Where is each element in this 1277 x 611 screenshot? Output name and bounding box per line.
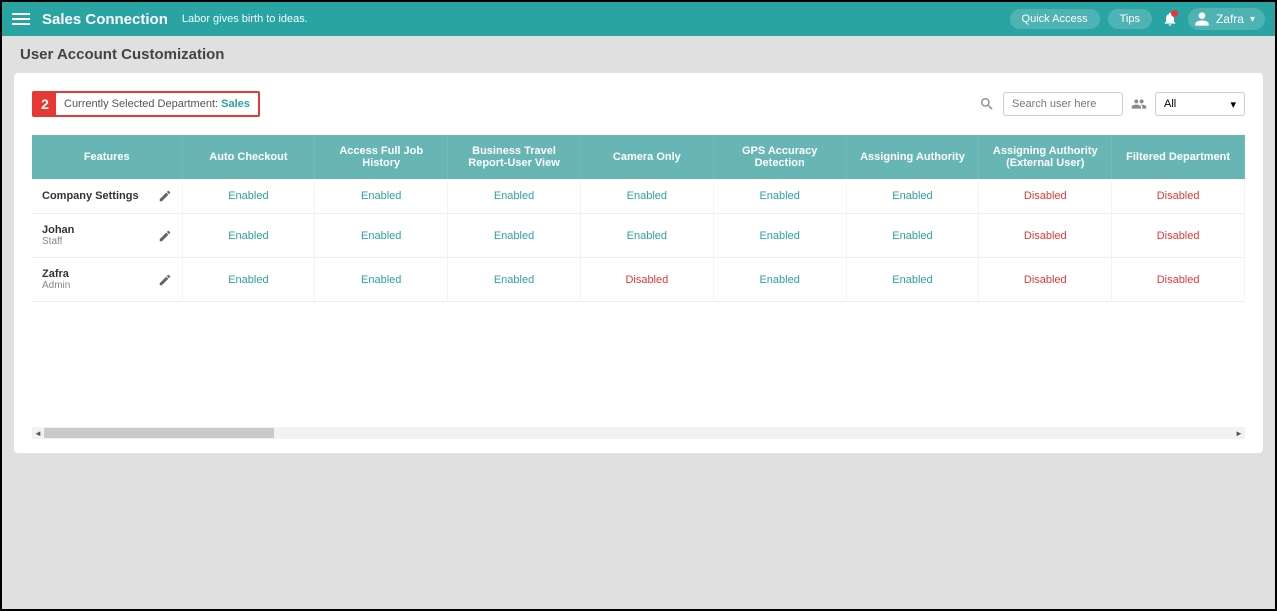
status-cell[interactable]: Enabled — [846, 214, 979, 258]
status-cell[interactable]: Enabled — [580, 214, 713, 258]
hamburger-icon[interactable] — [12, 10, 30, 28]
status-cell[interactable]: Disabled — [1112, 258, 1245, 302]
top-bar: Sales Connection Labor gives birth to id… — [2, 2, 1275, 36]
horizontal-scrollbar[interactable]: ◄ ► — [32, 427, 1245, 439]
status-cell[interactable]: Disabled — [979, 258, 1112, 302]
page-title: User Account Customization — [2, 36, 1275, 69]
status-cell[interactable]: Enabled — [448, 179, 581, 214]
status-cell[interactable]: Enabled — [713, 258, 846, 302]
status-cell[interactable]: Enabled — [713, 179, 846, 214]
username: Zafra — [1216, 12, 1244, 26]
tips-button[interactable]: Tips — [1108, 9, 1152, 29]
column-header: Camera Only — [580, 135, 713, 179]
column-header: Filtered Department — [1112, 135, 1245, 179]
status-cell[interactable]: Enabled — [315, 214, 448, 258]
status-cell[interactable]: Disabled — [580, 258, 713, 302]
scroll-left-arrow[interactable]: ◄ — [32, 427, 44, 439]
row-name: Zafra — [42, 268, 70, 280]
scroll-track[interactable] — [44, 428, 1233, 438]
row-role: Staff — [42, 236, 74, 247]
search-icon[interactable] — [979, 96, 995, 112]
feature-cell: Company Settings — [38, 189, 176, 203]
row-name: Johan — [42, 224, 74, 236]
status-cell[interactable]: Enabled — [846, 179, 979, 214]
column-header: Business Travel Report-User View — [448, 135, 581, 179]
status-cell[interactable]: Enabled — [182, 214, 315, 258]
callout-number: 2 — [34, 93, 56, 115]
status-cell[interactable]: Enabled — [182, 258, 315, 302]
filter-row: 2 Currently Selected Department: Sales A… — [32, 91, 1245, 117]
column-header: Auto Checkout — [182, 135, 315, 179]
chevron-down-icon: ▾ — [1250, 14, 1255, 25]
status-cell[interactable]: Enabled — [846, 258, 979, 302]
scroll-right-arrow[interactable]: ► — [1233, 427, 1245, 439]
filter-select[interactable]: All ▾ — [1155, 92, 1245, 116]
status-cell[interactable]: Enabled — [315, 179, 448, 214]
edit-icon[interactable] — [158, 229, 172, 243]
column-header: Assigning Authority (External User) — [979, 135, 1112, 179]
brand-title: Sales Connection — [42, 11, 168, 28]
scroll-thumb[interactable] — [44, 428, 274, 438]
row-name: Company Settings — [42, 190, 139, 202]
status-cell[interactable]: Disabled — [1112, 214, 1245, 258]
status-cell[interactable]: Disabled — [1112, 179, 1245, 214]
quick-access-button[interactable]: Quick Access — [1010, 9, 1100, 29]
chevron-down-icon: ▾ — [1230, 98, 1236, 111]
status-cell[interactable]: Enabled — [315, 258, 448, 302]
notification-dot — [1171, 10, 1178, 17]
status-cell[interactable]: Enabled — [448, 214, 581, 258]
status-cell[interactable]: Disabled — [979, 179, 1112, 214]
row-role: Admin — [42, 280, 70, 291]
column-header: Access Full Job History — [315, 135, 448, 179]
edit-icon[interactable] — [158, 273, 172, 287]
feature-cell: JohanStaff — [38, 224, 176, 247]
user-filter-icon[interactable] — [1131, 96, 1147, 112]
table-row: JohanStaffEnabledEnabledEnabledEnabledEn… — [32, 214, 1245, 258]
table-row: Company SettingsEnabledEnabledEnabledEna… — [32, 179, 1245, 214]
column-header: Features — [32, 135, 182, 179]
feature-cell: ZafraAdmin — [38, 268, 176, 291]
edit-icon[interactable] — [158, 189, 172, 203]
tagline: Labor gives birth to ideas. — [182, 13, 308, 25]
status-cell[interactable]: Enabled — [448, 258, 581, 302]
callout-text: Currently Selected Department: Sales — [56, 98, 258, 110]
status-cell[interactable]: Disabled — [979, 214, 1112, 258]
column-header: GPS Accuracy Detection — [713, 135, 846, 179]
status-cell[interactable]: Enabled — [713, 214, 846, 258]
status-cell[interactable]: Enabled — [182, 179, 315, 214]
department-callout: 2 Currently Selected Department: Sales — [32, 91, 260, 117]
bell-icon[interactable] — [1160, 9, 1180, 29]
table-wrap: FeaturesAuto CheckoutAccess Full Job His… — [32, 135, 1245, 302]
selected-department: Sales — [221, 98, 250, 110]
main-card: 2 Currently Selected Department: Sales A… — [14, 73, 1263, 453]
user-menu[interactable]: Zafra ▾ — [1188, 8, 1265, 30]
column-header: Assigning Authority — [846, 135, 979, 179]
features-table: FeaturesAuto CheckoutAccess Full Job His… — [32, 135, 1245, 302]
status-cell[interactable]: Enabled — [580, 179, 713, 214]
avatar-icon — [1194, 11, 1210, 27]
table-row: ZafraAdminEnabledEnabledEnabledDisabledE… — [32, 258, 1245, 302]
search-input[interactable] — [1003, 92, 1123, 116]
